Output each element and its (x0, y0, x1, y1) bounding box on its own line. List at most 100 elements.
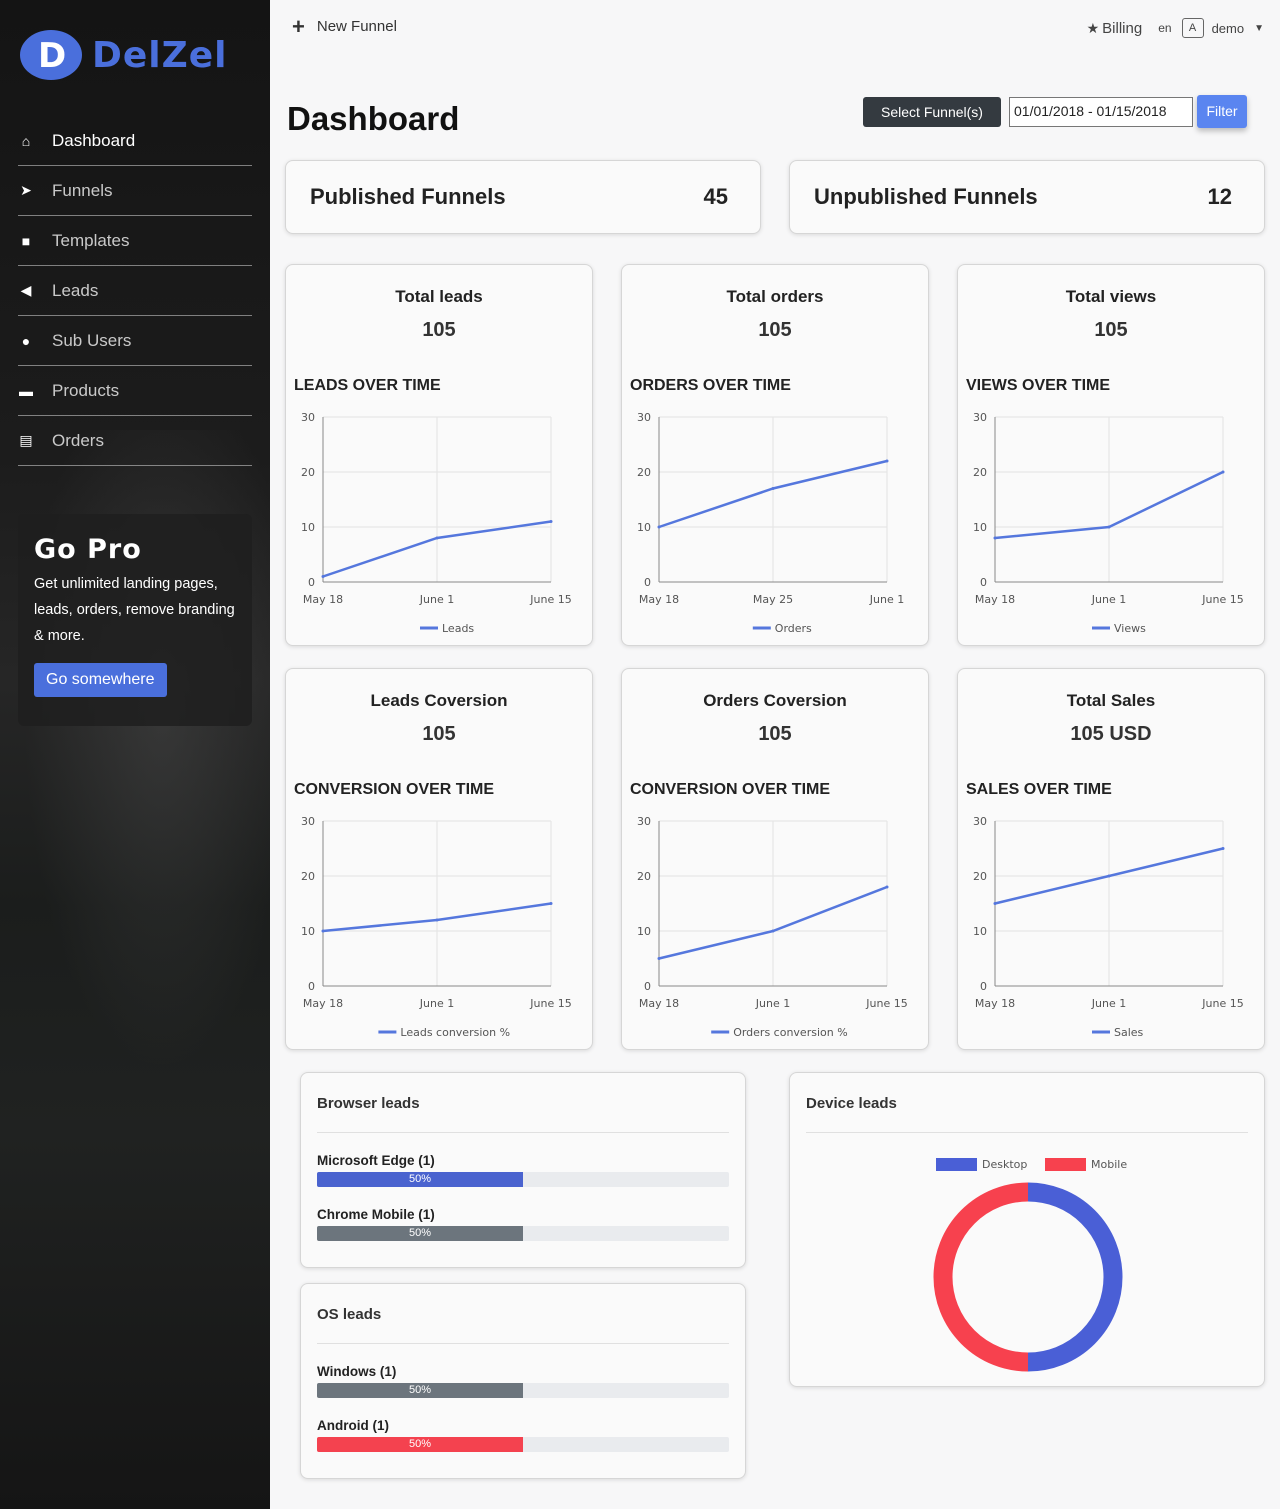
brand-logo[interactable]: DelZel (20, 30, 228, 80)
sidebar-item-label: Products (52, 380, 120, 400)
x-tick-label: June 1 (869, 593, 904, 606)
progress-track: 50% (317, 1172, 729, 1187)
x-tick-label: June 1 (419, 593, 454, 606)
billing-link[interactable]: Billing (1102, 20, 1142, 37)
stat-label: Total views (1065, 287, 1157, 306)
home-icon: ⌂ (21, 132, 31, 149)
os-leads-list: Windows (1) 50% Android (1) 50% (301, 1364, 745, 1452)
x-tick-label: May 18 (639, 997, 679, 1010)
data-point (1221, 470, 1225, 474)
new-funnel-label: New Funnel (316, 18, 397, 35)
unpublished-funnels-card[interactable]: Unpublished Funnels 12 (789, 160, 1265, 234)
select-funnel-button[interactable]: Select Funnel(s) (863, 97, 1001, 127)
shopping-bag-icon: ▬ (19, 382, 33, 399)
chevron-down-icon[interactable]: ▼ (1254, 23, 1264, 34)
topbar: + New Funnel ★ Billing en A demo ▼ (270, 0, 1280, 56)
donut-slice-desktop (1027, 1182, 1123, 1372)
sidebar: DelZel ⌂ Dashboard ➤ Funnels ■ Templates ◀ Lead… (0, 0, 270, 1509)
sidebar-item-label: Dashboard (52, 130, 136, 150)
sidebar-item-products[interactable]: ▬ Products (18, 366, 252, 416)
sidebar-nav: ⌂ Dashboard ➤ Funnels ■ Templates ◀ Leads ● Sub U… (18, 116, 252, 466)
line-chart: 0 10 20 30 May 18 May 25 June 1 Orders (637, 411, 904, 635)
x-tick-label: June 1 (755, 997, 790, 1010)
line-chart: 0 10 20 30 May 18 June 1 June 15 Leads (301, 411, 572, 635)
legend-swatch (936, 1158, 977, 1171)
published-funnels-card[interactable]: Published Funnels 45 (285, 160, 761, 234)
progress-fill: 50% (317, 1226, 523, 1241)
divider (317, 1343, 729, 1344)
donut-slice-mobile (933, 1182, 1029, 1372)
bullhorn-icon: ◀ (20, 282, 32, 298)
x-tick-label: May 18 (303, 997, 343, 1010)
date-range-input[interactable]: 01/01/2018 - 01/15/2018 (1009, 97, 1193, 127)
sidebar-item-leads[interactable]: ◀ Leads (18, 266, 252, 316)
y-tick-label: 30 (637, 815, 651, 828)
x-tick-label: June 15 (529, 997, 571, 1010)
line-chart: 0 10 20 30 May 18 June 1 June 15 Sales (973, 815, 1244, 1039)
chart-title: VIEWS OVER TIME (966, 377, 1111, 394)
published-funnels-label: Published Funnels (310, 184, 506, 209)
x-tick-label: June 1 (419, 997, 454, 1010)
data-point (1107, 874, 1111, 878)
y-tick-label: 20 (973, 466, 987, 479)
y-tick-label: 30 (973, 411, 987, 424)
new-funnel-button[interactable]: + New Funnel (292, 13, 397, 39)
stat-card: Total orders 105 ORDERS OVER TIME 0 10 20 30 Ma… (621, 264, 929, 646)
progress-track: 50% (317, 1383, 729, 1398)
y-tick-label: 10 (301, 521, 315, 534)
chart-legend: Leads conversion % (378, 1026, 510, 1039)
avatar[interactable]: A (1181, 18, 1204, 38)
stat-card: Leads Coversion 105 CONVERSION OVER TIME 0 1… (285, 668, 593, 1050)
user-menu[interactable]: demo (1212, 21, 1245, 36)
y-tick-label: 30 (973, 815, 987, 828)
filter-button[interactable]: Filter (1197, 95, 1247, 128)
y-tick-label: 30 (637, 411, 651, 424)
y-tick-label: 10 (637, 521, 651, 534)
y-tick-label: 0 (308, 576, 315, 589)
progress-track: 50% (317, 1226, 729, 1241)
y-tick-label: 0 (644, 980, 651, 993)
sidebar-item-orders[interactable]: ▤ Orders (18, 416, 252, 466)
divider (317, 1132, 729, 1133)
sidebar-item-label: Orders (52, 430, 104, 450)
stat-value: 105 (1094, 319, 1128, 341)
y-tick-label: 20 (637, 870, 651, 883)
logo-icon (20, 30, 82, 80)
sidebar-item-dashboard[interactable]: ⌂ Dashboard (18, 116, 252, 166)
y-tick-label: 20 (301, 870, 315, 883)
legend-label: Mobile (1091, 1158, 1127, 1171)
y-tick-label: 20 (301, 466, 315, 479)
progress-label: Android (1) (317, 1418, 389, 1433)
sidebar-item-funnels[interactable]: ➤ Funnels (18, 166, 252, 216)
go-somewhere-button[interactable]: Go somewhere (34, 663, 167, 697)
topbar-right: ★ Billing en A demo ▼ (1087, 18, 1264, 38)
progress-row: Android (1) 50% (301, 1418, 745, 1452)
sidebar-item-label: Funnels (52, 180, 113, 200)
data-point (771, 929, 775, 933)
legend-label: Sales (1114, 1026, 1144, 1039)
legend-label: Orders conversion % (733, 1026, 847, 1039)
x-tick-label: June 1 (1091, 997, 1126, 1010)
chart-title: ORDERS OVER TIME (630, 377, 791, 394)
stat-label: Orders Coversion (703, 691, 847, 710)
device-leads-card: Device leads Desktop Mobile (789, 1072, 1265, 1387)
sticky-note-icon: ■ (21, 232, 31, 249)
legend-label: Leads conversion % (400, 1026, 510, 1039)
sidebar-item-templates[interactable]: ■ Templates (18, 216, 252, 266)
stat-label: Total Sales (1066, 691, 1156, 710)
browser-leads-list: Microsoft Edge (1) 50% Chrome Mobile (1) 50… (301, 1153, 745, 1241)
sidebar-item-sub-users[interactable]: ● Sub Users (18, 316, 252, 366)
y-tick-label: 30 (301, 815, 315, 828)
data-point (885, 459, 889, 463)
legend-label: Orders (775, 622, 812, 635)
stat-label: Leads Coversion (370, 691, 508, 710)
language-selector[interactable]: en (1158, 21, 1171, 35)
progress-row: Microsoft Edge (1) 50% (301, 1153, 745, 1187)
y-tick-label: 20 (973, 870, 987, 883)
x-tick-label: June 15 (865, 997, 907, 1010)
chart-legend: Sales (1092, 1026, 1144, 1039)
plus-icon: + (292, 13, 305, 39)
x-tick-label: May 18 (975, 997, 1015, 1010)
data-point (321, 929, 325, 933)
donut-legend: Desktop Mobile (936, 1158, 1127, 1171)
